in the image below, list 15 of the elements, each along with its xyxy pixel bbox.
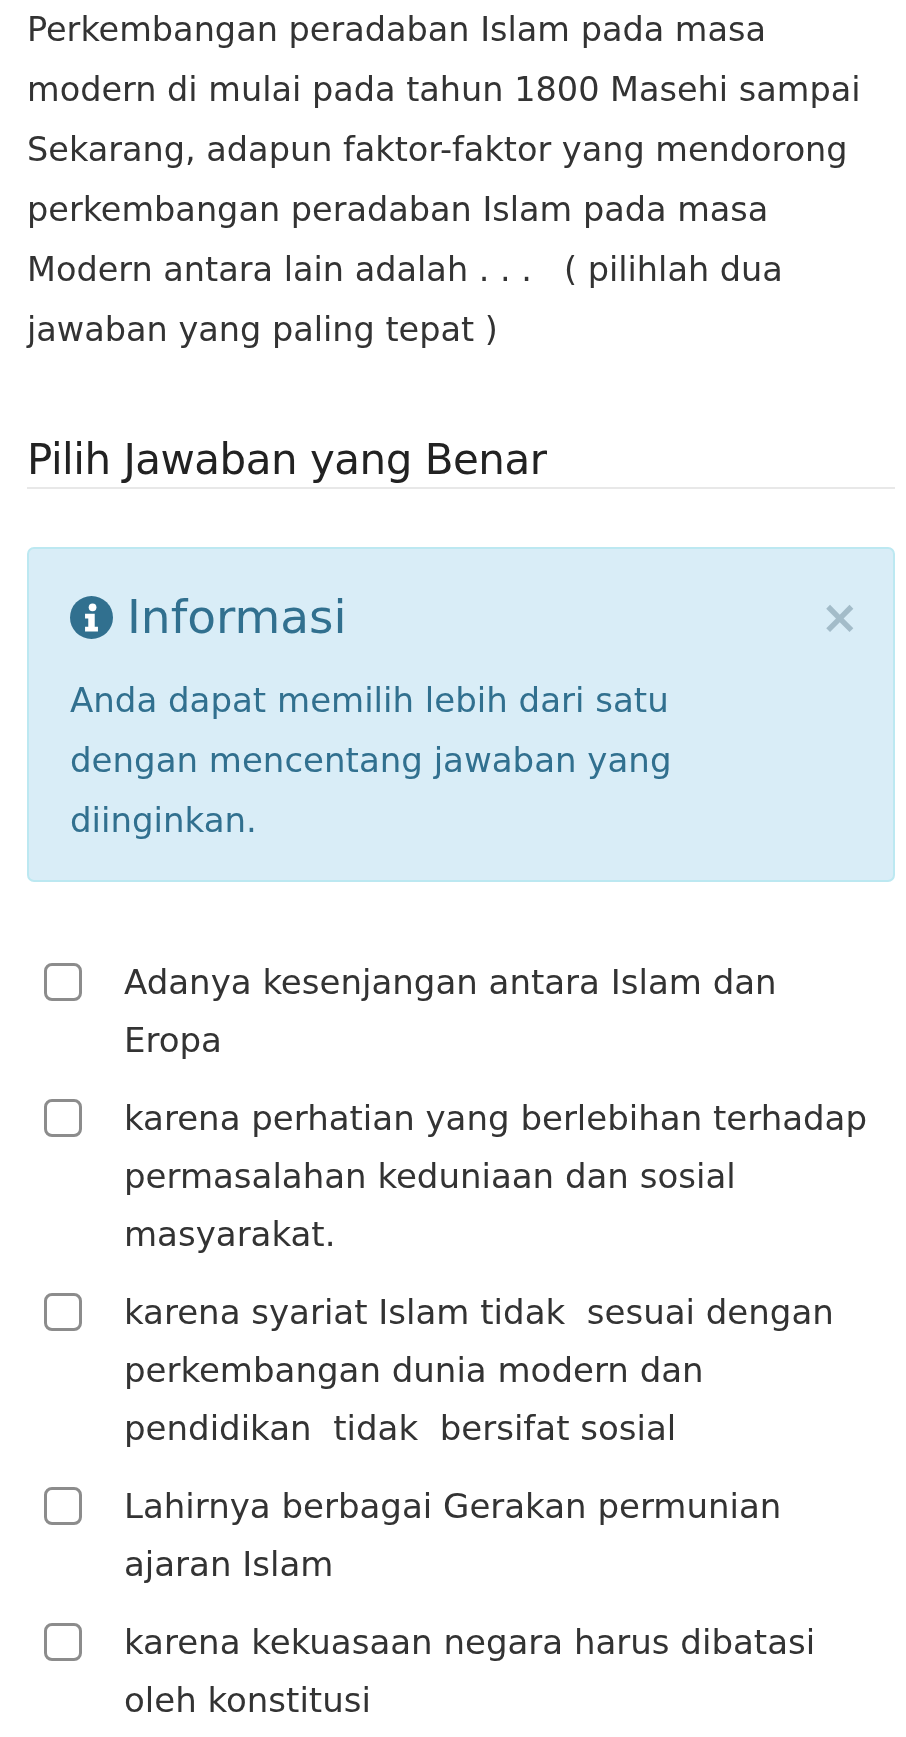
info-icon [70,595,113,639]
checkbox[interactable] [44,963,82,1001]
alert-title: Informasi [127,588,347,646]
option-label[interactable]: karena perhatian yang berlebihan terhadap permasalahan keduniaan dan sosial masyarakat. [124,1089,876,1263]
checkbox[interactable] [44,1293,82,1331]
question-text: Perkembangan peradaban Islam pada masa modern di mulai pada tahun 1800 Masehi sampai Sekarang, adapun faktor-faktor yang mendorong perkembangan peradaban Islam pada masa Modern antara lain adalah . . . ( pilihlah dua jawaban yang paling tepat ) [27,9,862,351]
checkbox[interactable] [44,1487,82,1525]
option-label[interactable]: karena kekuasaan negara harus dibatasi oleh konstitusi [124,1613,876,1729]
option-label[interactable]: Adanya kesenjangan antara Islam dan Eropa [124,953,876,1069]
checkbox[interactable] [44,1099,82,1137]
alert-message: Anda dapat memilih lebih dari satu dengan mencentang jawaban yang diinginkan. [70,679,673,842]
option-label[interactable]: Lahirnya berbagai Gerakan permunian ajaran Islam [124,1477,876,1593]
section-heading: Pilih Jawaban yang Benar [27,435,547,485]
checkbox[interactable] [44,1623,82,1661]
option-label[interactable]: karena syariat Islam tidak sesuai dengan perkembangan dunia modern dan pendidikan tidak bersifat sosial [124,1283,876,1457]
